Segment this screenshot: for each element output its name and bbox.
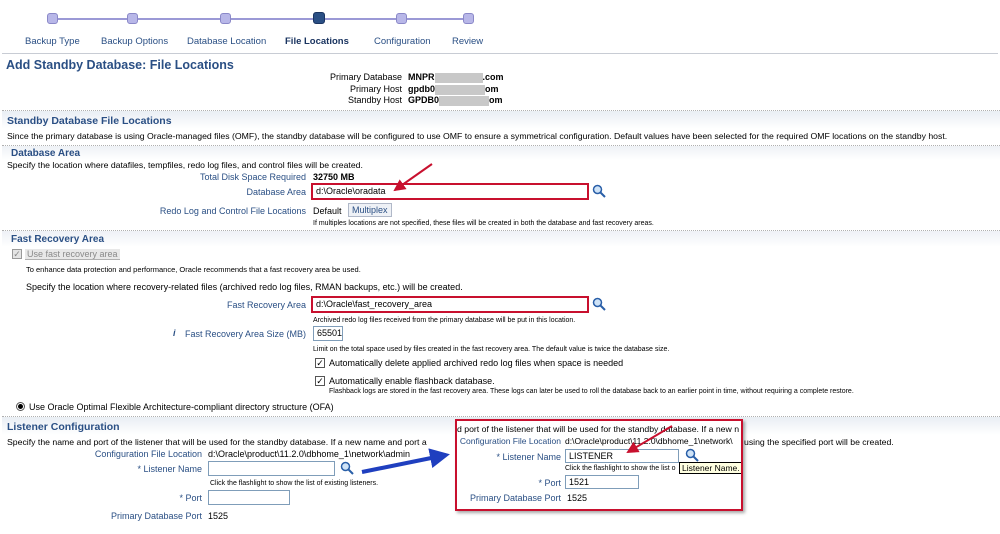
red-arrow-listener-name (626, 425, 673, 454)
red-arrow-database-area (393, 163, 433, 192)
annotation-arrows (361, 163, 673, 474)
blue-arrow-zoom (361, 448, 450, 474)
